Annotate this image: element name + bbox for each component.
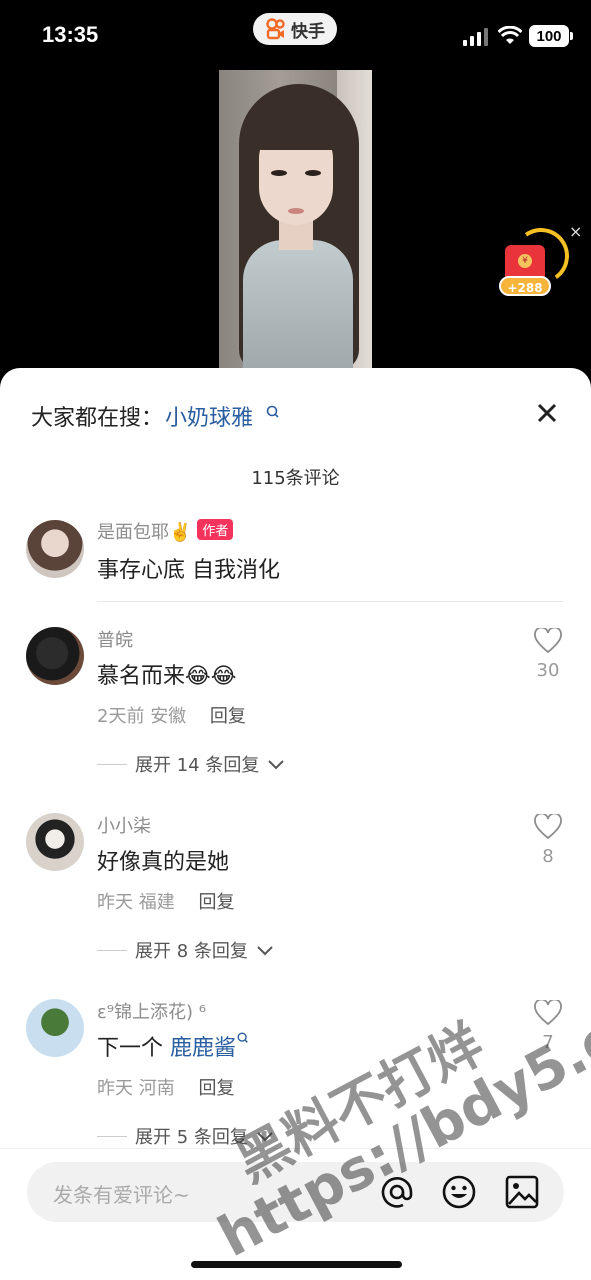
- comment-count: 115条评论: [251, 468, 340, 489]
- at-icon[interactable]: [379, 1174, 415, 1210]
- comment-location: 安徽: [150, 706, 187, 727]
- search-icon: [266, 405, 279, 418]
- comment-text[interactable]: 事存心底 自我消化: [97, 552, 280, 584]
- comment-time: 昨天: [97, 892, 133, 913]
- comment-time: 2天前: [97, 706, 145, 727]
- expand-line: [97, 1135, 127, 1137]
- video-subject-eye: [305, 170, 321, 176]
- trending-search[interactable]: 大家都在搜： 小奶球雅: [31, 400, 281, 432]
- like-count: 7: [542, 1032, 554, 1053]
- like-count: 8: [542, 846, 554, 867]
- chevron-down-icon: [268, 760, 285, 770]
- status-time: 13:35: [42, 22, 99, 47]
- avatar[interactable]: [26, 520, 84, 578]
- comment-meta: 昨天 河南 回复: [97, 1074, 234, 1100]
- red-packet-bonus: +288: [499, 276, 551, 296]
- home-indicator[interactable]: [191, 1261, 402, 1268]
- comment-input-bar: 发条有爱评论~: [0, 1148, 591, 1280]
- author-badge: 作者: [197, 519, 234, 540]
- trending-search-term[interactable]: 小奶球雅: [165, 400, 253, 432]
- status-bar: 13:35 快手 100: [0, 0, 591, 70]
- heart-icon: [534, 998, 562, 1026]
- expand-replies-label: 展开 8 条回复: [135, 941, 248, 962]
- comment-meta: 2天前 安徽 回复: [97, 702, 246, 728]
- comment-location: 福建: [138, 892, 175, 913]
- comment-location: 河南: [138, 1078, 175, 1099]
- comment-text-prefix: 下一个: [97, 1036, 170, 1061]
- comment-username-text: 是面包耶✌️: [97, 522, 192, 543]
- comment-input-placeholder: 发条有爱评论~: [53, 1183, 190, 1207]
- like-count: 30: [536, 660, 560, 681]
- comment-sheet: 大家都在搜： 小奶球雅 115条评论 是面包耶✌️ 作者 事存心底 自我消化 普皖…: [0, 368, 591, 1280]
- video-subject-top: [243, 240, 353, 370]
- comment-username[interactable]: 小小柒: [97, 812, 151, 838]
- comment-text[interactable]: 下一个 鹿鹿酱: [97, 1030, 250, 1062]
- avatar[interactable]: [26, 627, 84, 685]
- expand-replies[interactable]: 展开 14 条回复: [97, 751, 287, 777]
- app-pill[interactable]: 快手: [253, 13, 337, 45]
- comment-text[interactable]: 好像真的是她: [97, 844, 229, 876]
- close-icon[interactable]: [535, 401, 559, 425]
- comment-input[interactable]: 发条有爱评论~: [27, 1162, 564, 1222]
- app-name: 快手: [291, 21, 325, 42]
- expand-replies-label: 展开 5 条回复: [135, 1127, 248, 1148]
- battery-indicator: 100: [529, 25, 573, 47]
- kuaishou-logo-icon: [266, 18, 285, 40]
- battery-level: 100: [536, 27, 562, 45]
- expand-replies[interactable]: 展开 8 条回复: [97, 937, 276, 963]
- like-button[interactable]: 8: [530, 812, 566, 867]
- like-button[interactable]: 7: [530, 998, 566, 1053]
- coin-icon: ¥: [518, 254, 532, 268]
- chevron-down-icon: [257, 1132, 273, 1142]
- expand-line: [97, 949, 127, 951]
- red-packet-widget[interactable]: ¥ +288: [499, 223, 574, 300]
- reply-button[interactable]: 回复: [198, 892, 234, 913]
- comment-text[interactable]: 慕名而来😂😂: [97, 658, 236, 690]
- reply-button[interactable]: 回复: [210, 706, 246, 727]
- trending-search-prefix: 大家都在搜：: [31, 406, 164, 431]
- expand-line: [97, 763, 127, 765]
- chevron-down-icon: [257, 946, 273, 956]
- expand-replies[interactable]: 展开 5 条回复: [97, 1123, 276, 1149]
- red-packet-close-button[interactable]: ×: [569, 222, 582, 241]
- emoji-icon[interactable]: [441, 1174, 477, 1210]
- reply-button[interactable]: 回复: [198, 1078, 234, 1099]
- comment-meta: 昨天 福建 回复: [97, 888, 234, 914]
- divider: [97, 601, 563, 602]
- heart-icon: [534, 812, 562, 840]
- avatar[interactable]: [26, 813, 84, 871]
- video-subject-lips: [288, 208, 304, 214]
- comment-time: 昨天: [97, 1078, 133, 1099]
- signal-icon: [463, 28, 488, 46]
- expand-replies-label: 展开 14 条回复: [135, 755, 260, 776]
- video-preview[interactable]: [219, 70, 372, 370]
- image-icon[interactable]: [504, 1174, 540, 1210]
- mention-link[interactable]: 鹿鹿酱: [170, 1036, 236, 1061]
- like-button[interactable]: 30: [530, 626, 566, 681]
- comment-username[interactable]: 是面包耶✌️ 作者: [97, 518, 234, 544]
- comment-username[interactable]: 普皖: [97, 626, 133, 652]
- search-icon: [237, 1032, 248, 1043]
- wifi-icon: [498, 26, 522, 44]
- avatar[interactable]: [26, 999, 84, 1057]
- comment-username[interactable]: ɛ⁹锦上添花) ⁶: [97, 998, 206, 1024]
- video-subject-eye: [271, 170, 287, 176]
- heart-icon: [534, 626, 562, 654]
